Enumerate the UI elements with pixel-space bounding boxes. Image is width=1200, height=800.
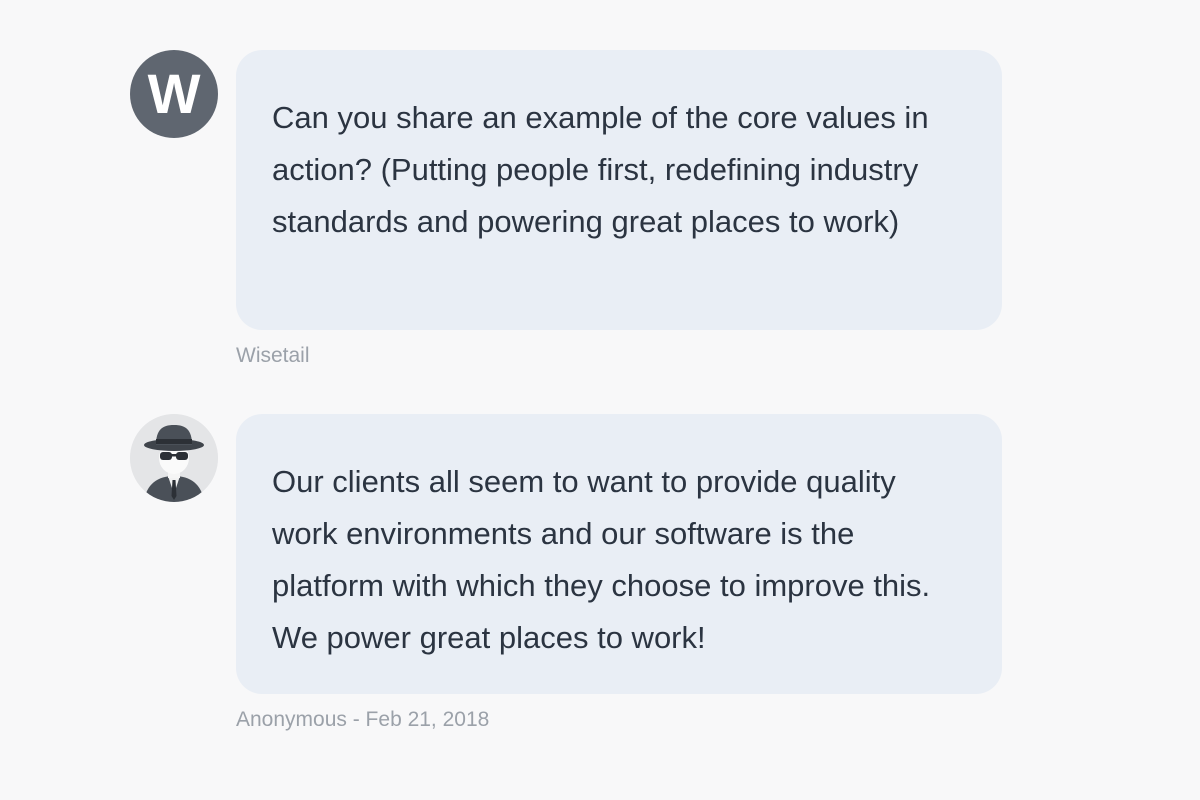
avatar-letter: W (147, 62, 201, 125)
message-text: Can you share an example of the core val… (272, 100, 929, 239)
conversation-thread: W Can you share an example of the core v… (0, 0, 1200, 800)
message-bubble: Our clients all seem to want to provide … (236, 414, 1002, 694)
avatar (130, 414, 218, 502)
message-author-date: Anonymous - Feb 21, 2018 (236, 708, 490, 731)
avatar: W (130, 50, 218, 138)
message-bubble: Can you share an example of the core val… (236, 50, 1002, 330)
message-text: Our clients all seem to want to provide … (272, 464, 931, 655)
message-author: Wisetail (236, 344, 310, 367)
anonymous-spy-icon (130, 414, 218, 502)
